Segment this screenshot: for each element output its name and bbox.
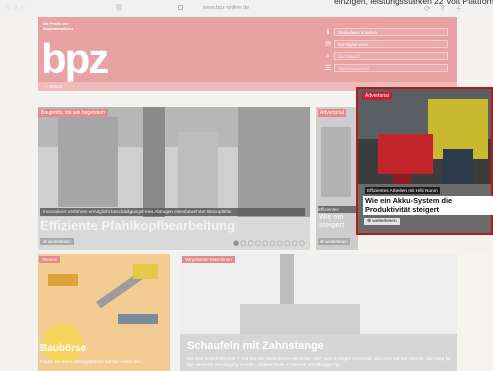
article-teaser: Mit dem fortschrittlichen T 188 hat der … <box>187 356 451 368</box>
article-tag[interactable]: Advertorial <box>318 109 346 117</box>
article-title-large[interactable]: Schaufeln mit Zahnstange <box>187 340 324 352</box>
mediadaten-link[interactable]: Mediadaten ansehen <box>334 28 448 36</box>
logo-wordmark: bpz <box>41 35 109 82</box>
slider-pagination[interactable]: ●○○○○○○○○○ <box>233 239 306 247</box>
info-icon: ℹ <box>326 28 330 36</box>
advertorial-caption: Effizientes Arbeiten mit Hilti Nuron <box>365 187 440 194</box>
site-logo[interactable]: Die Praxis der Bauunternehmer bpz <box>41 20 109 82</box>
window-controls[interactable]: ○○○ <box>6 4 28 11</box>
lock-icon <box>178 5 183 10</box>
search-icon: ⌕ <box>326 52 330 60</box>
service-tag[interactable]: Service <box>39 256 61 263</box>
hero-caption: Innovatives Verfahren ermöglicht beschäd… <box>40 208 305 216</box>
article-tile-large[interactable] <box>180 254 457 371</box>
address-bar[interactable]: www.bpz-online.de <box>186 4 266 13</box>
list-icon: ☰ <box>325 64 332 72</box>
machine-image <box>180 254 457 371</box>
advertorial-read-more[interactable]: ⊕ weiterlesen <box>364 218 400 225</box>
hero-read-more[interactable]: ⊕ weiterlesen <box>40 238 74 245</box>
right-margin <box>458 254 493 371</box>
article-caption: Effizientes <box>318 206 358 213</box>
shield-icon <box>116 4 122 11</box>
envelope-icon: ✉ <box>325 40 331 48</box>
bauboerse-title[interactable]: Baubörse <box>40 343 86 354</box>
article-tag-large[interactable]: Vergessene Maschinen <box>182 256 235 263</box>
article-title[interactable]: Wie ein steigert <box>319 214 357 230</box>
hero-title[interactable]: Effiziente Pfahlkopfbearbeitung <box>40 218 235 233</box>
advertorial-title[interactable]: Wie ein Akku-System die Produktivität st… <box>363 196 493 215</box>
bauboerse-subtitle: Finden Sie Ihren Lösungspartner auf bpz-… <box>40 359 141 364</box>
digital-read-link[interactable]: bpz-digital lesen <box>334 40 448 48</box>
article-read-more[interactable]: ⊕ weiterlesen <box>318 238 350 245</box>
search-input[interactable]: Suchbegriff... <box>334 52 448 60</box>
topic-select[interactable]: Themenauswahl ⌄ <box>334 64 448 72</box>
logo-tagline: Die Praxis der Bauunternehmer <box>43 22 74 31</box>
hero-category-tag[interactable]: Bauprofis, die wie begeistern <box>38 109 109 117</box>
advertorial-tag[interactable]: Advertorial <box>362 92 392 100</box>
back-link[interactable]: ‹ zurück <box>46 83 62 90</box>
chevron-down-icon: ⌄ <box>440 66 444 71</box>
news-ticker[interactable]: einzigen, leistungsstarken 22 Volt Platt… <box>334 0 493 8</box>
